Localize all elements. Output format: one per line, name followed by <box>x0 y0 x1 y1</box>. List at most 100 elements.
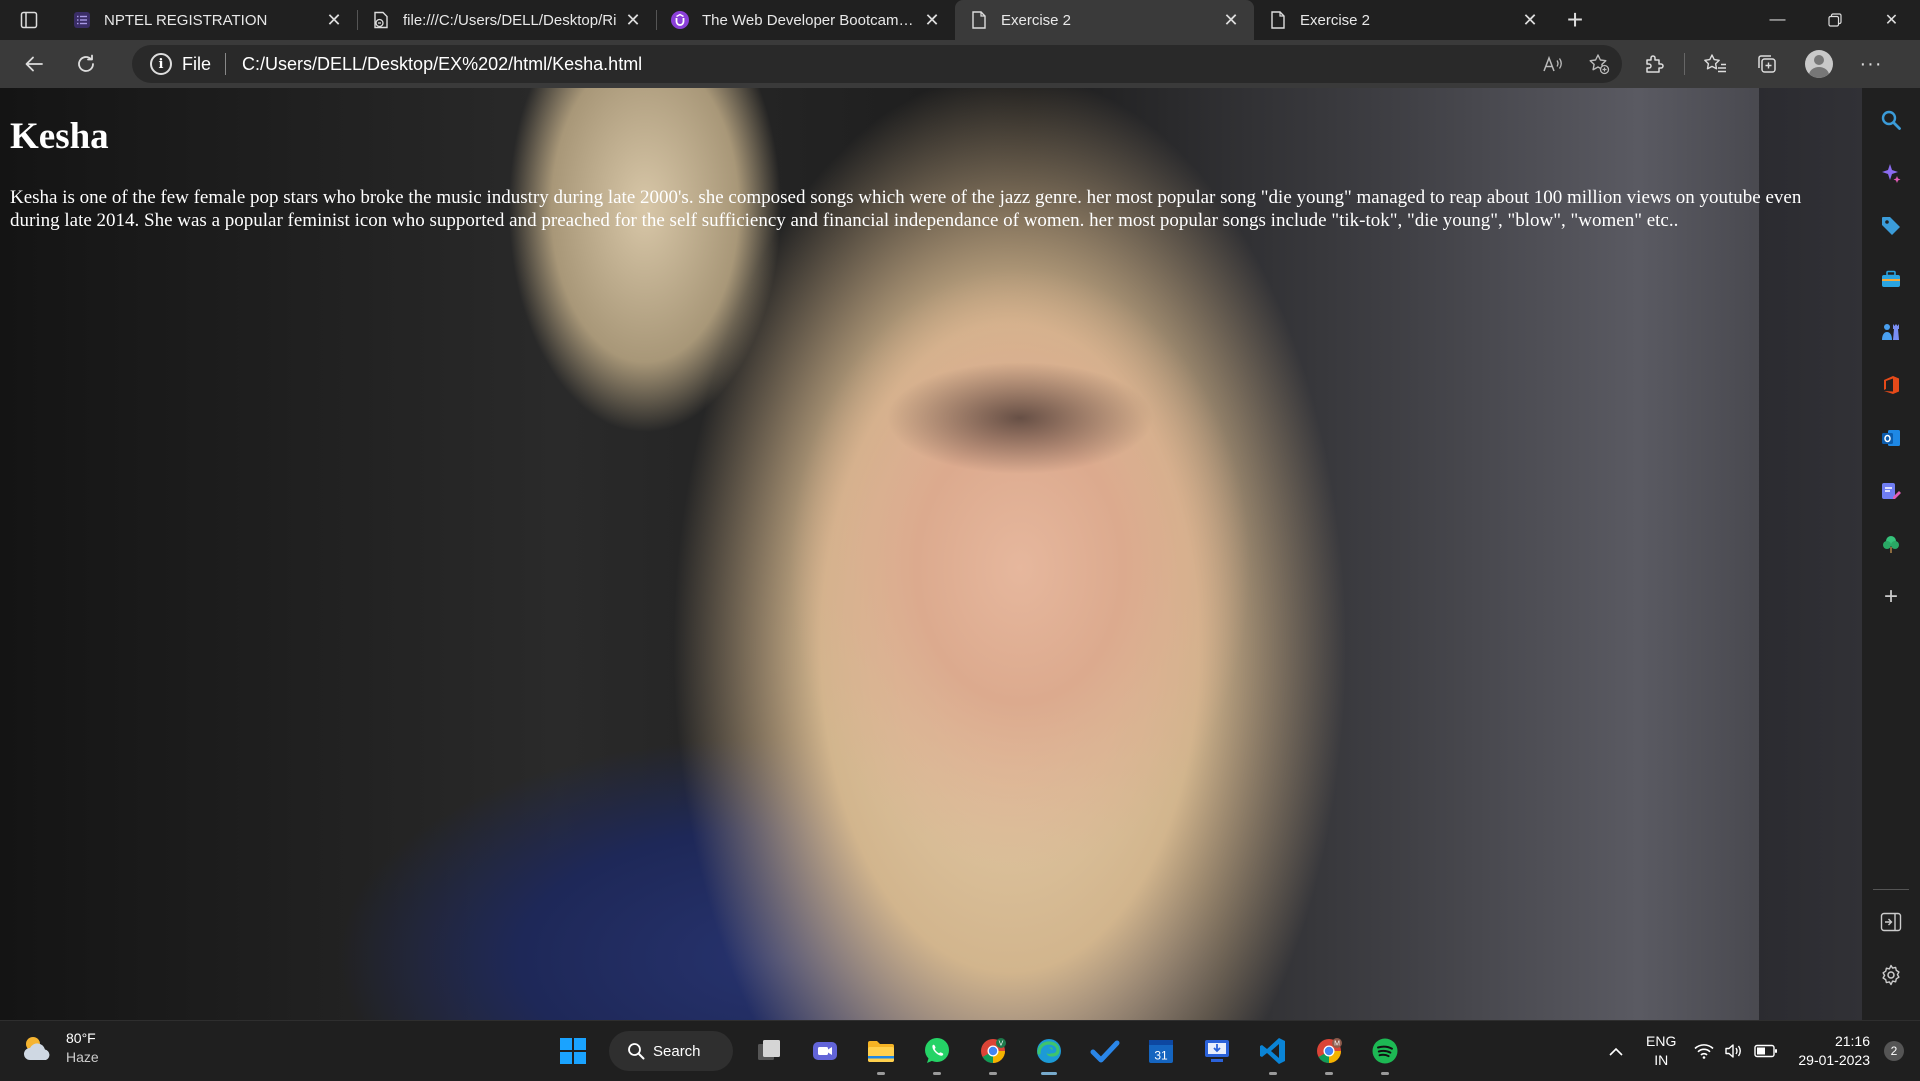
tree-icon <box>1883 536 1899 553</box>
sidebar-games-button[interactable] <box>1871 312 1911 352</box>
sidebar-outlook-button[interactable] <box>1871 418 1911 458</box>
close-tab-button[interactable]: ✕ <box>622 9 644 31</box>
windows-taskbar: 80°F Haze Search V 31 M ENG IN 21:16 29-… <box>0 1020 1920 1080</box>
task-view-button[interactable] <box>745 1027 793 1075</box>
page-paragraph: Kesha is one of the few female pop stars… <box>10 186 1802 231</box>
profile-button[interactable] <box>1793 44 1845 84</box>
plus-icon: + <box>1566 4 1584 35</box>
sidebar-settings-button[interactable] <box>1871 955 1911 995</box>
minimize-icon: — <box>1769 11 1786 28</box>
search-icon <box>628 1043 645 1060</box>
favorites-button[interactable] <box>1689 44 1741 84</box>
clock-button[interactable]: 21:16 29-01-2023 <box>1798 1032 1870 1070</box>
notification-badge[interactable]: 2 <box>1884 1041 1904 1061</box>
start-button[interactable] <box>549 1027 597 1075</box>
sparkle-icon <box>1882 164 1901 183</box>
file-scheme-label: File <box>182 53 212 74</box>
taskbar-search-button[interactable]: Search <box>609 1031 733 1071</box>
office-icon <box>1884 376 1899 394</box>
collections-button[interactable] <box>1741 44 1793 84</box>
page-heading: Kesha <box>10 116 109 157</box>
tab-udemy[interactable]: The Web Developer Bootcamp: L ✕ <box>656 0 955 40</box>
system-tray: ENG IN 21:16 29-01-2023 2 <box>1608 1021 1920 1081</box>
plus-icon: + <box>1883 583 1898 610</box>
browser-toolbar: i File C:/Users/DELL/Desktop/EX%202/html… <box>0 40 1920 88</box>
tab-nptel[interactable]: NPTEL REGISTRATION ✕ <box>58 0 357 40</box>
omnibox-divider <box>225 53 227 75</box>
add-favorite-button[interactable] <box>1576 45 1622 83</box>
sidebar-divider <box>1873 889 1909 890</box>
edge-icon <box>1037 1039 1061 1063</box>
sidebar-collapse-icon <box>1880 912 1902 932</box>
url-text[interactable]: C:/Users/DELL/Desktop/EX%202/html/Kesha.… <box>242 54 1530 75</box>
chevron-up-icon <box>1609 1047 1623 1056</box>
address-bar[interactable]: i File C:/Users/DELL/Desktop/EX%202/html… <box>132 45 1622 83</box>
quick-settings-button[interactable] <box>1694 1043 1778 1059</box>
tab-exercise-2[interactable]: Exercise 2 ✕ <box>1254 0 1553 40</box>
close-tab-button[interactable]: ✕ <box>921 9 943 31</box>
back-button[interactable] <box>8 44 60 84</box>
task-view-icon <box>758 1040 780 1060</box>
tag-icon <box>1882 217 1900 235</box>
avatar <box>1805 50 1833 78</box>
weather-widget[interactable]: 80°F Haze <box>20 1029 99 1067</box>
remote-desktop-button[interactable] <box>1193 1027 1241 1075</box>
sidebar-tools-button[interactable] <box>1871 259 1911 299</box>
checkmark-icon <box>1090 1040 1120 1063</box>
close-tab-button[interactable]: ✕ <box>1220 9 1242 31</box>
sidebar-tree-button[interactable] <box>1871 524 1911 564</box>
extensions-button[interactable] <box>1628 44 1680 84</box>
sidebar-office-button[interactable] <box>1871 365 1911 405</box>
chrome-profile-m-button[interactable]: M <box>1305 1027 1353 1075</box>
chrome-icon: M <box>1317 1038 1342 1063</box>
tab-actions-button[interactable] <box>0 0 58 40</box>
tab-title: Exercise 2 <box>1300 11 1371 29</box>
sidebar-search-button[interactable] <box>1871 100 1911 140</box>
sidebar-add-button[interactable]: + <box>1871 577 1911 617</box>
info-icon[interactable]: i <box>150 53 172 75</box>
clock-time: 21:16 <box>1834 1033 1870 1049</box>
sidebar-drop-button[interactable] <box>1871 471 1911 511</box>
settings-more-button[interactable]: ··· <box>1845 44 1897 84</box>
tab-file[interactable]: file:///C:/Users/DELL/Desktop/Ri ✕ <box>357 0 656 40</box>
todo-button[interactable] <box>1081 1027 1129 1075</box>
close-tab-button[interactable]: ✕ <box>1519 9 1541 31</box>
language-code: ENG <box>1646 1033 1677 1049</box>
edge-button[interactable] <box>1025 1027 1073 1075</box>
chrome-profile-v-button[interactable]: V <box>969 1027 1017 1075</box>
tab-title: The Web Developer Bootcamp: L <box>702 11 921 29</box>
star-add-icon <box>1589 54 1610 75</box>
close-icon: ✕ <box>1884 12 1899 29</box>
hide-sidebar-button[interactable] <box>1871 902 1911 942</box>
file-explorer-button[interactable] <box>857 1027 905 1075</box>
whatsapp-button[interactable] <box>913 1027 961 1075</box>
weather-temp: 80°F <box>66 1030 96 1046</box>
sidebar-discover-button[interactable] <box>1871 153 1911 193</box>
close-tab-button[interactable]: ✕ <box>323 9 345 31</box>
input-language-button[interactable]: ENG IN <box>1646 1032 1676 1070</box>
read-aloud-button[interactable] <box>1530 45 1576 83</box>
spotify-button[interactable] <box>1361 1027 1409 1075</box>
close-window-button[interactable]: ✕ <box>1863 0 1920 40</box>
refresh-icon <box>78 54 94 72</box>
refresh-button[interactable] <box>60 44 112 84</box>
new-tab-button[interactable]: + <box>1553 0 1597 40</box>
toolbar-divider <box>1684 53 1685 75</box>
battery-icon <box>1754 1044 1778 1058</box>
restore-button[interactable] <box>1806 0 1863 40</box>
calendar-button[interactable]: 31 <box>1137 1027 1185 1075</box>
show-hidden-icons-button[interactable] <box>1608 1041 1624 1062</box>
vscode-button[interactable] <box>1249 1027 1297 1075</box>
tab-title: Exercise 2 <box>1001 11 1072 29</box>
svg-text:31: 31 <box>1154 1049 1168 1063</box>
clock-date: 29-01-2023 <box>1798 1052 1870 1068</box>
favorites-star-list-icon <box>1704 54 1726 73</box>
teams-chat-button[interactable] <box>801 1027 849 1075</box>
sidebar-shopping-button[interactable] <box>1871 206 1911 246</box>
toolbox-icon <box>1882 270 1900 287</box>
tab-exercise-2-active[interactable]: Exercise 2 ✕ <box>955 0 1254 40</box>
chess-piece-icon <box>1882 324 1899 340</box>
ellipsis-icon: ··· <box>1859 52 1883 75</box>
udemy-icon <box>670 10 690 30</box>
minimize-button[interactable]: — <box>1749 0 1806 40</box>
